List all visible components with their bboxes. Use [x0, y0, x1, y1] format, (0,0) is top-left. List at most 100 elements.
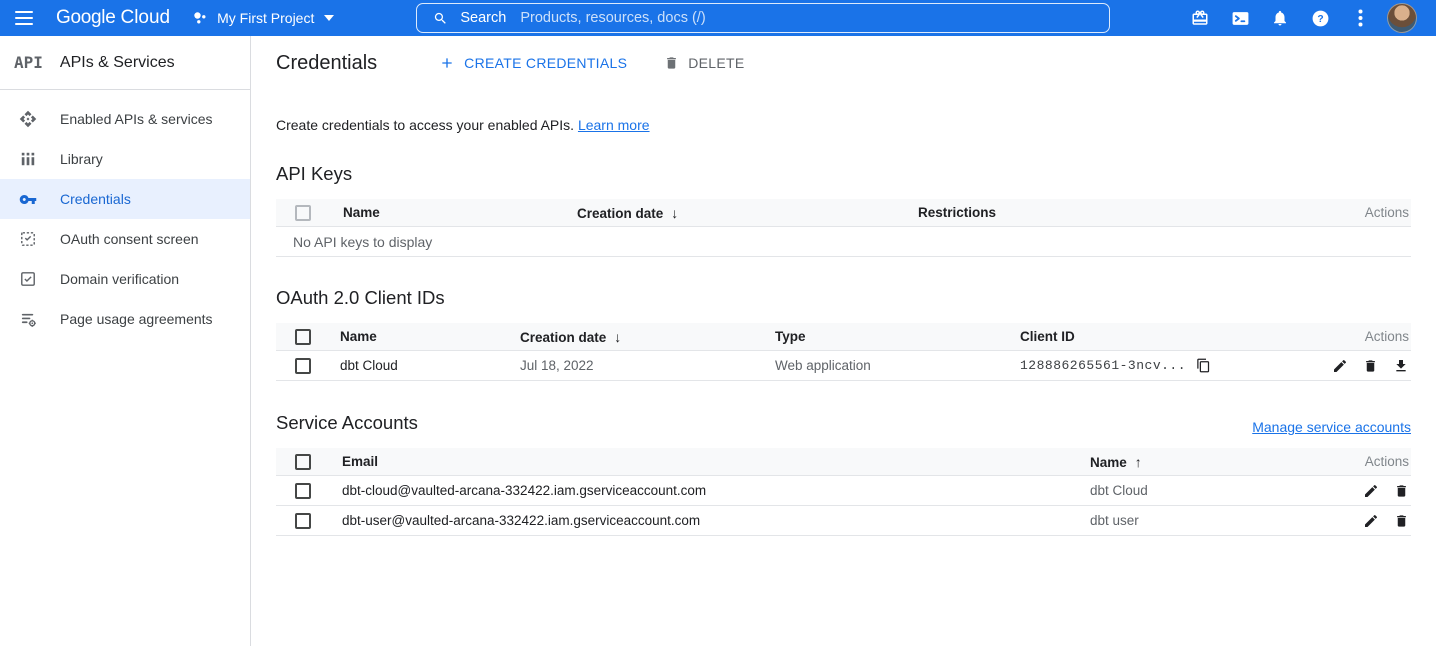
oauth-client-type: Web application: [775, 358, 1020, 373]
more-vert-icon[interactable]: [1340, 0, 1380, 36]
topbar-actions: ?: [1180, 0, 1436, 36]
select-all-checkbox[interactable]: [295, 454, 311, 470]
create-credentials-button[interactable]: CREATE CREDENTIALS: [439, 55, 627, 71]
service-accounts-section-header: Service Accounts Manage service accounts: [276, 411, 1411, 435]
service-account-name: dbt Cloud: [1090, 483, 1301, 498]
project-selector[interactable]: My First Project: [192, 10, 334, 26]
service-account-email[interactable]: dbt-user@vaulted-arcana-332422.iam.gserv…: [342, 513, 1090, 528]
row-checkbox[interactable]: [295, 483, 311, 499]
intro-sentence: Create credentials to access your enable…: [276, 117, 574, 133]
trash-icon: [664, 55, 679, 71]
download-icon[interactable]: [1393, 358, 1409, 374]
sidebar-item-page-usage[interactable]: Page usage agreements: [0, 299, 250, 339]
project-icon: [192, 10, 208, 26]
column-header-name[interactable]: Name: [340, 329, 520, 344]
column-header-creation-date[interactable]: Creation date↓: [577, 205, 918, 221]
select-all-checkbox[interactable]: [295, 329, 311, 345]
table-row: dbt-cloud@vaulted-arcana-332422.iam.gser…: [276, 476, 1411, 506]
oauth-client-creation-date: Jul 18, 2022: [520, 358, 775, 373]
sidebar-item-label: Page usage agreements: [60, 311, 213, 327]
column-header-actions: Actions: [1301, 454, 1411, 469]
api-keys-header-row: Name Creation date↓ Restrictions Actions: [276, 199, 1411, 227]
oauth-client-name[interactable]: dbt Cloud: [340, 358, 520, 373]
row-actions: [1301, 483, 1411, 499]
sidebar-item-library[interactable]: Library: [0, 139, 250, 179]
table-row: dbt-user@vaulted-arcana-332422.iam.gserv…: [276, 506, 1411, 536]
service-accounts-header-row: Email Name↑ Actions: [276, 448, 1411, 476]
sort-desc-icon: ↓: [671, 205, 678, 221]
plus-icon: [439, 55, 455, 71]
delete-trash-icon[interactable]: [1363, 358, 1378, 374]
delete-trash-icon[interactable]: [1394, 513, 1409, 529]
intro-text: Create credentials to access your enable…: [276, 117, 1411, 133]
google-cloud-logo[interactable]: Google Cloud: [56, 7, 170, 29]
row-checkbox[interactable]: [295, 358, 311, 374]
delete-trash-icon[interactable]: [1394, 483, 1409, 499]
sidebar-header: API APIs & Services: [0, 36, 250, 90]
row-actions: [1301, 358, 1411, 374]
table-row: dbt Cloud Jul 18, 2022 Web application 1…: [276, 351, 1411, 381]
page-header: Credentials CREATE CREDENTIALS DELETE: [276, 36, 1411, 90]
row-checkbox[interactable]: [295, 513, 311, 529]
sidebar: API APIs & Services Enabled APIs & servi…: [0, 36, 251, 646]
service-account-name: dbt user: [1090, 513, 1301, 528]
logo-cloud: Cloud: [120, 7, 170, 29]
search-placeholder: Products, resources, docs (/): [520, 10, 705, 26]
search-label: Search: [460, 10, 506, 26]
column-header-creation-date[interactable]: Creation date↓: [520, 329, 775, 345]
row-actions: [1301, 513, 1411, 529]
column-header-email[interactable]: Email: [342, 454, 1090, 469]
column-header-name[interactable]: Name↑: [1090, 454, 1301, 470]
column-header-restrictions[interactable]: Restrictions: [918, 205, 1301, 220]
learn-more-link[interactable]: Learn more: [578, 117, 650, 133]
consent-screen-icon: [19, 230, 37, 248]
agreements-gear-icon: [19, 310, 37, 328]
sidebar-item-oauth-consent[interactable]: OAuth consent screen: [0, 219, 250, 259]
sidebar-item-domain-verification[interactable]: Domain verification: [0, 259, 250, 299]
oauth-header-row: Name Creation date↓ Type Client ID Actio…: [276, 323, 1411, 351]
manage-service-accounts-link[interactable]: Manage service accounts: [1252, 419, 1411, 435]
domain-check-icon: [19, 270, 37, 288]
logo-google: Google: [56, 7, 115, 29]
api-keys-heading: API Keys: [276, 162, 1411, 186]
sidebar-item-credentials[interactable]: Credentials: [0, 179, 250, 219]
avatar[interactable]: [1387, 3, 1417, 33]
api-compass-icon: [19, 110, 37, 128]
service-account-email[interactable]: dbt-cloud@vaulted-arcana-332422.iam.gser…: [342, 483, 1090, 498]
edit-pencil-icon[interactable]: [1332, 358, 1348, 374]
edit-pencil-icon[interactable]: [1363, 483, 1379, 499]
svg-text:?: ?: [1317, 14, 1323, 25]
cloud-shell-icon[interactable]: [1220, 0, 1260, 36]
sidebar-item-label: Credentials: [60, 191, 131, 207]
oauth-table: Name Creation date↓ Type Client ID Actio…: [276, 323, 1411, 381]
delete-button[interactable]: DELETE: [664, 55, 744, 71]
edit-pencil-icon[interactable]: [1363, 513, 1379, 529]
sidebar-item-label: Library: [60, 151, 103, 167]
search-input[interactable]: Search Products, resources, docs (/): [416, 3, 1110, 33]
key-icon: [19, 190, 37, 208]
api-keys-table: Name Creation date↓ Restrictions Actions…: [276, 199, 1411, 257]
copy-icon[interactable]: [1196, 358, 1211, 373]
column-header-name[interactable]: Name: [343, 205, 577, 220]
sidebar-item-label: Enabled APIs & services: [60, 111, 213, 127]
page-title: Credentials: [276, 52, 377, 75]
column-header-type[interactable]: Type: [775, 329, 1020, 344]
column-header-client-id[interactable]: Client ID: [1020, 329, 1301, 344]
select-all-checkbox[interactable]: [295, 205, 311, 221]
main-content: Credentials CREATE CREDENTIALS DELETE Cr…: [251, 36, 1436, 646]
sidebar-item-label: OAuth consent screen: [60, 231, 199, 247]
sort-desc-icon: ↓: [614, 329, 621, 345]
sort-asc-icon: ↑: [1135, 454, 1142, 470]
hamburger-menu-icon[interactable]: [0, 0, 48, 36]
project-name: My First Project: [217, 10, 314, 26]
library-icon: [19, 150, 37, 168]
create-credentials-label: CREATE CREDENTIALS: [464, 55, 627, 71]
column-header-actions: Actions: [1301, 329, 1411, 344]
api-logo-icon: API: [14, 53, 43, 72]
sidebar-item-enabled-apis[interactable]: Enabled APIs & services: [0, 99, 250, 139]
service-accounts-heading: Service Accounts: [276, 411, 418, 435]
notifications-bell-icon[interactable]: [1260, 0, 1300, 36]
service-accounts-table: Email Name↑ Actions dbt-cloud@vaulted-ar…: [276, 448, 1411, 536]
gift-icon[interactable]: [1180, 0, 1220, 36]
help-icon[interactable]: ?: [1300, 0, 1340, 36]
